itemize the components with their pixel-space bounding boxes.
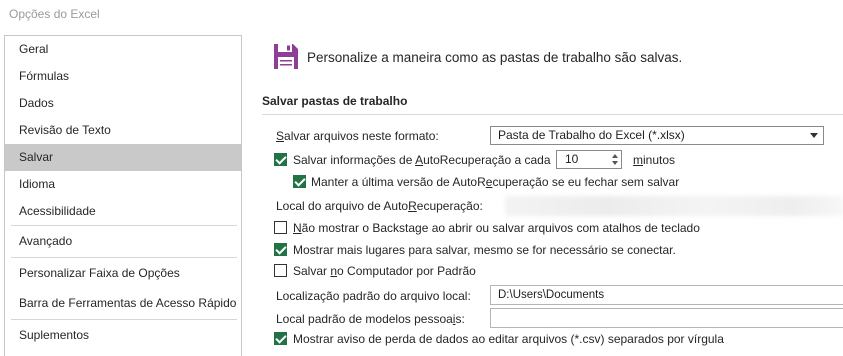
sidebar-item-formulas[interactable]: Fórmulas [5, 63, 241, 90]
sidebar-item-dados[interactable]: Dados [5, 90, 241, 117]
csv-warning-label: Mostrar aviso de perda de dados ao edita… [293, 332, 724, 346]
sidebar-item-geral[interactable]: Geral [5, 36, 241, 63]
autorecover-checkbox[interactable] [274, 153, 287, 166]
autorecover-minutes-value: 10 [565, 152, 579, 166]
section-divider [262, 114, 843, 115]
default-location-label: Localização padrão do arquivo local: [276, 289, 471, 303]
csv-warning-checkbox[interactable] [274, 332, 287, 345]
save-format-value: Pasta de Trabalho do Excel (*.xlsx) [498, 128, 685, 142]
window-title: Opções do Excel [9, 7, 100, 21]
sidebar-item-salvar[interactable]: Salvar [5, 144, 241, 171]
templates-location-input[interactable] [490, 308, 843, 328]
sidebar-item-avancado[interactable]: Avançado [5, 228, 241, 255]
sidebar-item-acessibilidade[interactable]: Acessibilidade [5, 198, 241, 225]
autorecover-location-field[interactable] [505, 196, 843, 216]
sidebar-divider [11, 225, 237, 226]
sidebar-item-barra-acesso-rapido[interactable]: Barra de Ferramentas de Acesso Rápido [5, 290, 241, 317]
sidebar-item-idioma[interactable]: Idioma [5, 171, 241, 198]
keep-last-version-label: Manter a última versão de AutoRecuperaçã… [311, 175, 680, 189]
templates-location-label: Local padrão de modelos pessoais: [276, 312, 465, 326]
sidebar-divider [11, 319, 237, 320]
sidebar-item-personalizar-faixa[interactable]: Personalizar Faixa de Opções [5, 260, 241, 287]
keep-last-version-checkbox[interactable] [293, 175, 306, 188]
minutes-label: minutos [633, 153, 676, 167]
spin-down-icon[interactable] [612, 161, 618, 165]
no-backstage-label: Não mostrar o Backstage ao abrir ou salv… [293, 221, 700, 235]
autorecover-label: Salvar informações de AutoRecuperação a … [293, 153, 551, 167]
no-backstage-checkbox[interactable] [274, 221, 287, 234]
autorecover-minutes-stepper[interactable]: 10 [556, 150, 622, 169]
save-to-computer-label: Salvar no Computador por Padrão [293, 264, 476, 278]
section-title: Salvar pastas de trabalho [262, 94, 408, 108]
spin-up-icon[interactable] [612, 154, 618, 158]
title-bar: Opções do Excel [0, 0, 843, 32]
save-disk-icon [274, 44, 298, 69]
sidebar-item-revisao-de-texto[interactable]: Revisão de Texto [5, 117, 241, 144]
save-to-computer-checkbox[interactable] [274, 264, 287, 277]
chevron-down-icon [810, 133, 818, 138]
save-format-label: Salvar arquivos neste formato: [276, 129, 439, 143]
autorecover-location-label: Local do arquivo de AutoRecuperação: [276, 199, 483, 213]
default-location-input[interactable]: D:\Users\Documents [490, 285, 843, 305]
sidebar-item-suplementos[interactable]: Suplementos [5, 322, 241, 349]
more-places-checkbox[interactable] [274, 243, 287, 256]
page-heading: Personalize a maneira como as pastas de … [307, 50, 683, 65]
sidebar-divider [11, 257, 237, 258]
more-places-label: Mostrar mais lugares para salvar, mesmo … [293, 243, 676, 257]
main-panel: Personalize a maneira como as pastas de … [243, 32, 843, 356]
sidebar-nav: Geral Fórmulas Dados Revisão de Texto Sa… [4, 35, 242, 356]
save-format-dropdown[interactable]: Pasta de Trabalho do Excel (*.xlsx) [490, 126, 824, 145]
